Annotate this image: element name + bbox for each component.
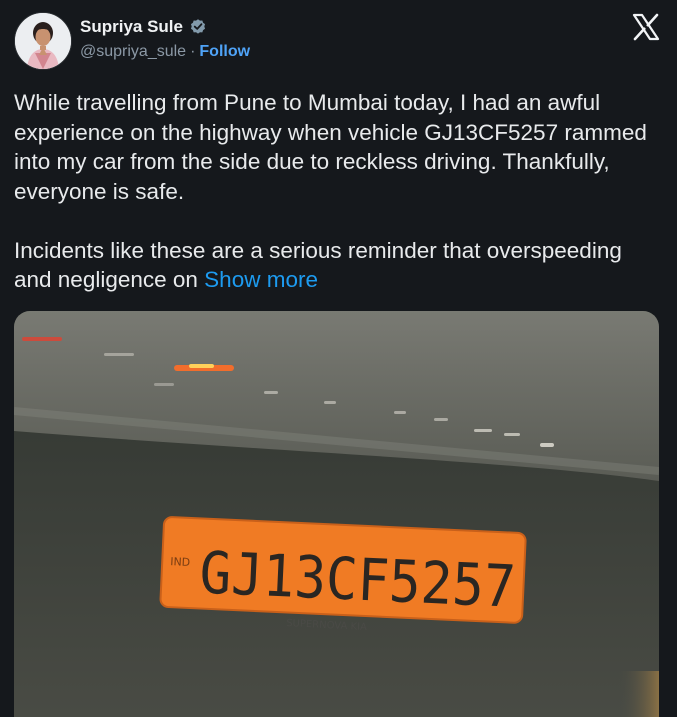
license-plate-photo: IND GJ13CF5257 SUPERNOVA KIA (14, 311, 659, 717)
author-display-name[interactable]: Supriya Sule (80, 17, 183, 37)
tweet-media-photo[interactable]: IND GJ13CF5257 SUPERNOVA KIA (14, 311, 659, 717)
follow-button[interactable]: Follow (199, 43, 250, 61)
show-more-link[interactable]: Show more (204, 267, 318, 292)
handle-separator: · (190, 43, 196, 60)
x-logo-icon[interactable] (631, 12, 661, 42)
license-plate: IND GJ13CF5257 (159, 516, 527, 624)
plate-number: GJ13CF5257 (198, 538, 517, 620)
tweet-text-content: While travelling from Pune to Mumbai tod… (14, 90, 647, 292)
author-info: Supriya Sule @supriya_sule · Follow (80, 15, 603, 65)
plate-country-code: IND (170, 555, 191, 569)
verified-badge-icon (190, 19, 206, 34)
person-avatar-icon (15, 13, 71, 69)
author-avatar[interactable] (14, 12, 72, 70)
tweet-header: Supriya Sule @supriya_sule · Follow (14, 12, 663, 70)
tweet-text: While travelling from Pune to Mumbai tod… (14, 88, 659, 295)
author-handle[interactable]: @supriya_sule (80, 43, 186, 61)
name-row: Supriya Sule (80, 15, 603, 39)
tweet-card: Supriya Sule @supriya_sule · Follow Whil… (0, 0, 677, 717)
handle-row: @supriya_sule · Follow (80, 39, 603, 65)
